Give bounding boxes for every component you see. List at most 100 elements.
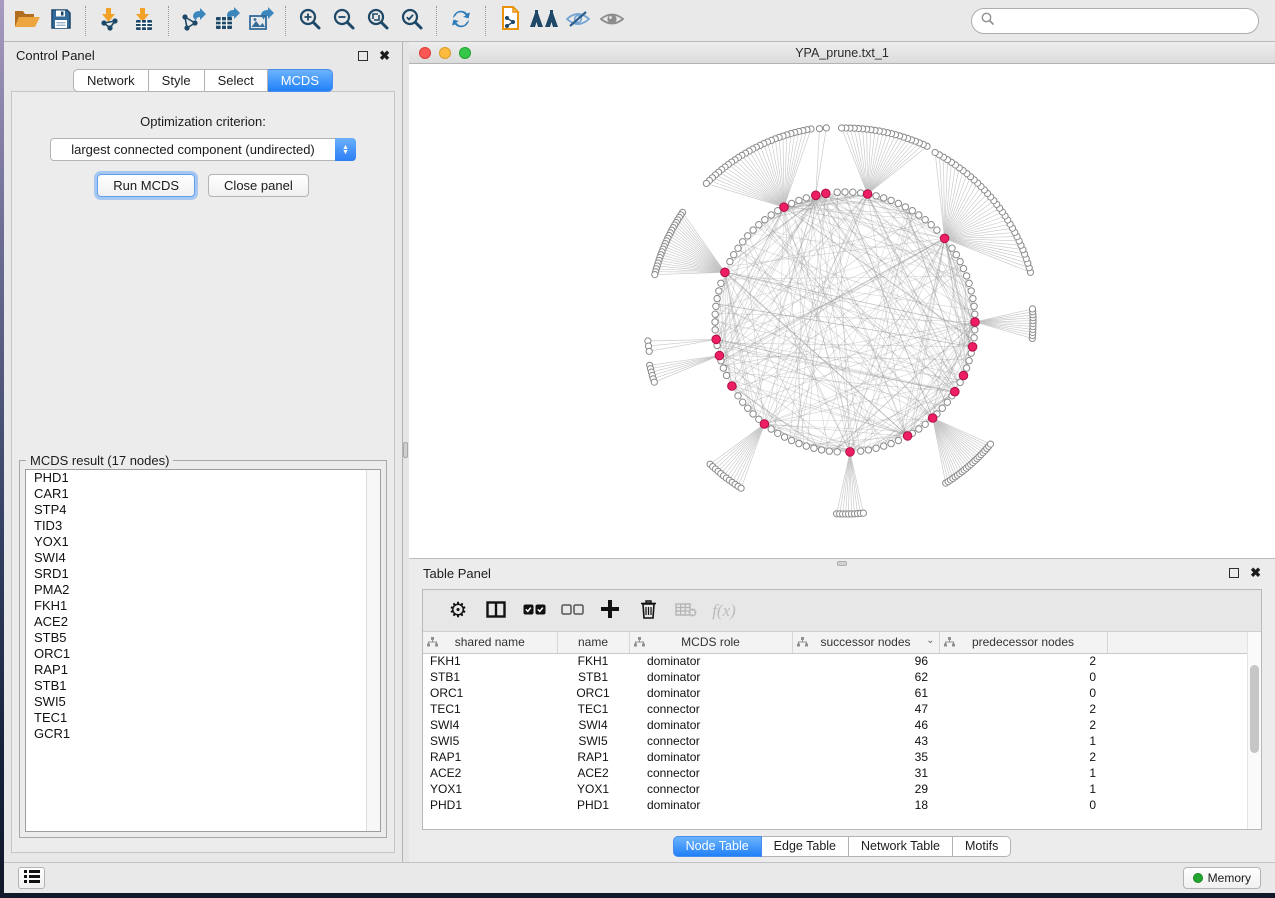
tab-motifs[interactable]: Motifs <box>953 836 1011 857</box>
open-folder-button[interactable] <box>10 5 44 37</box>
column-header-name[interactable]: name <box>557 632 629 653</box>
tab-edge-table[interactable]: Edge Table <box>762 836 849 857</box>
tab-select[interactable]: Select <box>205 69 268 92</box>
mcds-list-item[interactable]: CAR1 <box>26 486 380 502</box>
mcds-result-list[interactable]: PHD1CAR1STP4TID3YOX1SWI4SRD1PMA2FKH1ACE2… <box>25 469 381 832</box>
save-floppy-button[interactable] <box>44 5 78 37</box>
refresh-button[interactable] <box>444 5 478 37</box>
column-header-successor-nodes[interactable]: successor nodes⌄ <box>792 632 939 653</box>
table-scrollbar[interactable] <box>1247 632 1261 829</box>
import-network-button[interactable] <box>93 5 127 37</box>
table-cell: connector <box>629 765 792 781</box>
window-zoom-button[interactable] <box>459 47 471 59</box>
network-graph[interactable] <box>409 64 1275 558</box>
mcds-list-item[interactable]: SRD1 <box>26 566 380 582</box>
zoom-in-button[interactable] <box>293 5 327 37</box>
network-canvas[interactable] <box>409 64 1275 558</box>
split-panel-button[interactable] <box>477 596 515 626</box>
new-network-from-selection-button[interactable] <box>493 5 527 37</box>
hide-eye-button[interactable] <box>561 5 595 37</box>
mcds-list-item[interactable]: SWI4 <box>26 550 380 566</box>
memory-status-icon <box>1193 873 1203 883</box>
delete-column-button[interactable] <box>629 596 667 626</box>
mcds-list-item[interactable]: PMA2 <box>26 582 380 598</box>
function-builder-button[interactable]: f(x) <box>705 596 743 626</box>
deselect-all-checkboxes-button[interactable] <box>553 596 591 626</box>
mcds-list-item[interactable]: YOX1 <box>26 534 380 550</box>
table-row[interactable]: FKH1FKH1dominator962 <box>423 653 1261 669</box>
float-panel-icon[interactable] <box>358 51 368 61</box>
table-row[interactable]: RAP1RAP1dominator352 <box>423 749 1261 765</box>
column-header-mcds-role[interactable]: MCDS role <box>629 632 792 653</box>
table-cell: 46 <box>792 717 939 733</box>
table-cell: 35 <box>792 749 939 765</box>
table-cell: 96 <box>792 653 939 669</box>
table-scrollbar-thumb[interactable] <box>1250 665 1259 753</box>
export-image-button[interactable] <box>244 5 278 37</box>
select-all-checkboxes-button[interactable] <box>515 596 553 626</box>
network-window-titlebar[interactable]: YPA_prune.txt_1 <box>409 42 1275 64</box>
add-column-button[interactable] <box>591 596 629 626</box>
table-row[interactable]: TEC1TEC1connector472 <box>423 701 1261 717</box>
settings-gear-button[interactable]: ⚙ <box>439 596 477 626</box>
table-row[interactable]: YOX1YOX1connector291 <box>423 781 1261 797</box>
delete-table-button[interactable] <box>667 596 705 626</box>
mcds-list-item[interactable]: ORC1 <box>26 646 380 662</box>
tab-style[interactable]: Style <box>149 69 205 92</box>
binoculars-button[interactable] <box>527 5 561 37</box>
close-panel-icon[interactable]: ✖ <box>379 51 390 61</box>
table-cell: 1 <box>939 765 1107 781</box>
table-row[interactable]: PHD1PHD1dominator180 <box>423 797 1261 813</box>
mcds-list-item[interactable]: TID3 <box>26 518 380 534</box>
mcds-list-item[interactable]: PHD1 <box>26 470 380 486</box>
column-header-predecessor-nodes[interactable]: predecessor nodes <box>939 632 1107 653</box>
table-row[interactable]: STB1STB1dominator620 <box>423 669 1261 685</box>
mcds-list-item[interactable]: GCR1 <box>26 726 380 742</box>
mcds-list-item[interactable]: FKH1 <box>26 598 380 614</box>
table-cell: STB1 <box>557 669 629 685</box>
zoom-fit-button[interactable] <box>361 5 395 37</box>
close-table-panel-icon[interactable]: ✖ <box>1250 568 1261 578</box>
mcds-list-item[interactable]: STB1 <box>26 678 380 694</box>
tab-mcds[interactable]: MCDS <box>268 69 333 92</box>
criterion-select[interactable]: largest connected component (undirected)… <box>50 138 356 161</box>
table-cell: 61 <box>792 685 939 701</box>
zoom-out-button[interactable] <box>327 5 361 37</box>
refresh-icon <box>449 8 473 33</box>
panel-splitter[interactable] <box>402 42 409 862</box>
export-image-icon <box>248 7 274 34</box>
table-row[interactable]: SWI5SWI5connector431 <box>423 733 1261 749</box>
list-scrollbar[interactable] <box>366 470 380 831</box>
table-cell: TEC1 <box>423 701 557 717</box>
table-row[interactable]: ORC1ORC1dominator610 <box>423 685 1261 701</box>
tab-network[interactable]: Network <box>73 69 149 92</box>
window-close-button[interactable] <box>419 47 431 59</box>
close-panel-button[interactable]: Close panel <box>208 174 309 197</box>
run-mcds-button[interactable]: Run MCDS <box>97 174 195 197</box>
memory-button[interactable]: Memory <box>1183 867 1261 889</box>
mcds-list-item[interactable]: RAP1 <box>26 662 380 678</box>
search-input[interactable] <box>999 13 1249 28</box>
tab-node-table[interactable]: Node Table <box>673 836 762 857</box>
mcds-list-item[interactable]: TEC1 <box>26 710 380 726</box>
show-eye-button[interactable] <box>595 5 629 37</box>
column-header-shared-name[interactable]: shared name <box>423 632 557 653</box>
mcds-list-item[interactable]: STP4 <box>26 502 380 518</box>
float-table-panel-icon[interactable] <box>1229 568 1239 578</box>
import-table-button[interactable] <box>127 5 161 37</box>
table-row[interactable]: SWI4SWI4dominator462 <box>423 717 1261 733</box>
mcds-list-item[interactable]: SWI5 <box>26 694 380 710</box>
mcds-list-item[interactable]: STB5 <box>26 630 380 646</box>
table-cell: PHD1 <box>557 797 629 813</box>
export-network-button[interactable] <box>176 5 210 37</box>
mcds-list-item[interactable]: ACE2 <box>26 614 380 630</box>
tab-network-table[interactable]: Network Table <box>849 836 953 857</box>
window-minimize-button[interactable] <box>439 47 451 59</box>
table-panel-grip[interactable] <box>837 561 847 566</box>
column-header-filler <box>1107 632 1261 653</box>
splitter-grip[interactable] <box>403 442 408 458</box>
table-row[interactable]: ACE2ACE2connector311 <box>423 765 1261 781</box>
task-history-button[interactable] <box>18 867 45 889</box>
zoom-selected-button[interactable] <box>395 5 429 37</box>
export-table-button[interactable] <box>210 5 244 37</box>
